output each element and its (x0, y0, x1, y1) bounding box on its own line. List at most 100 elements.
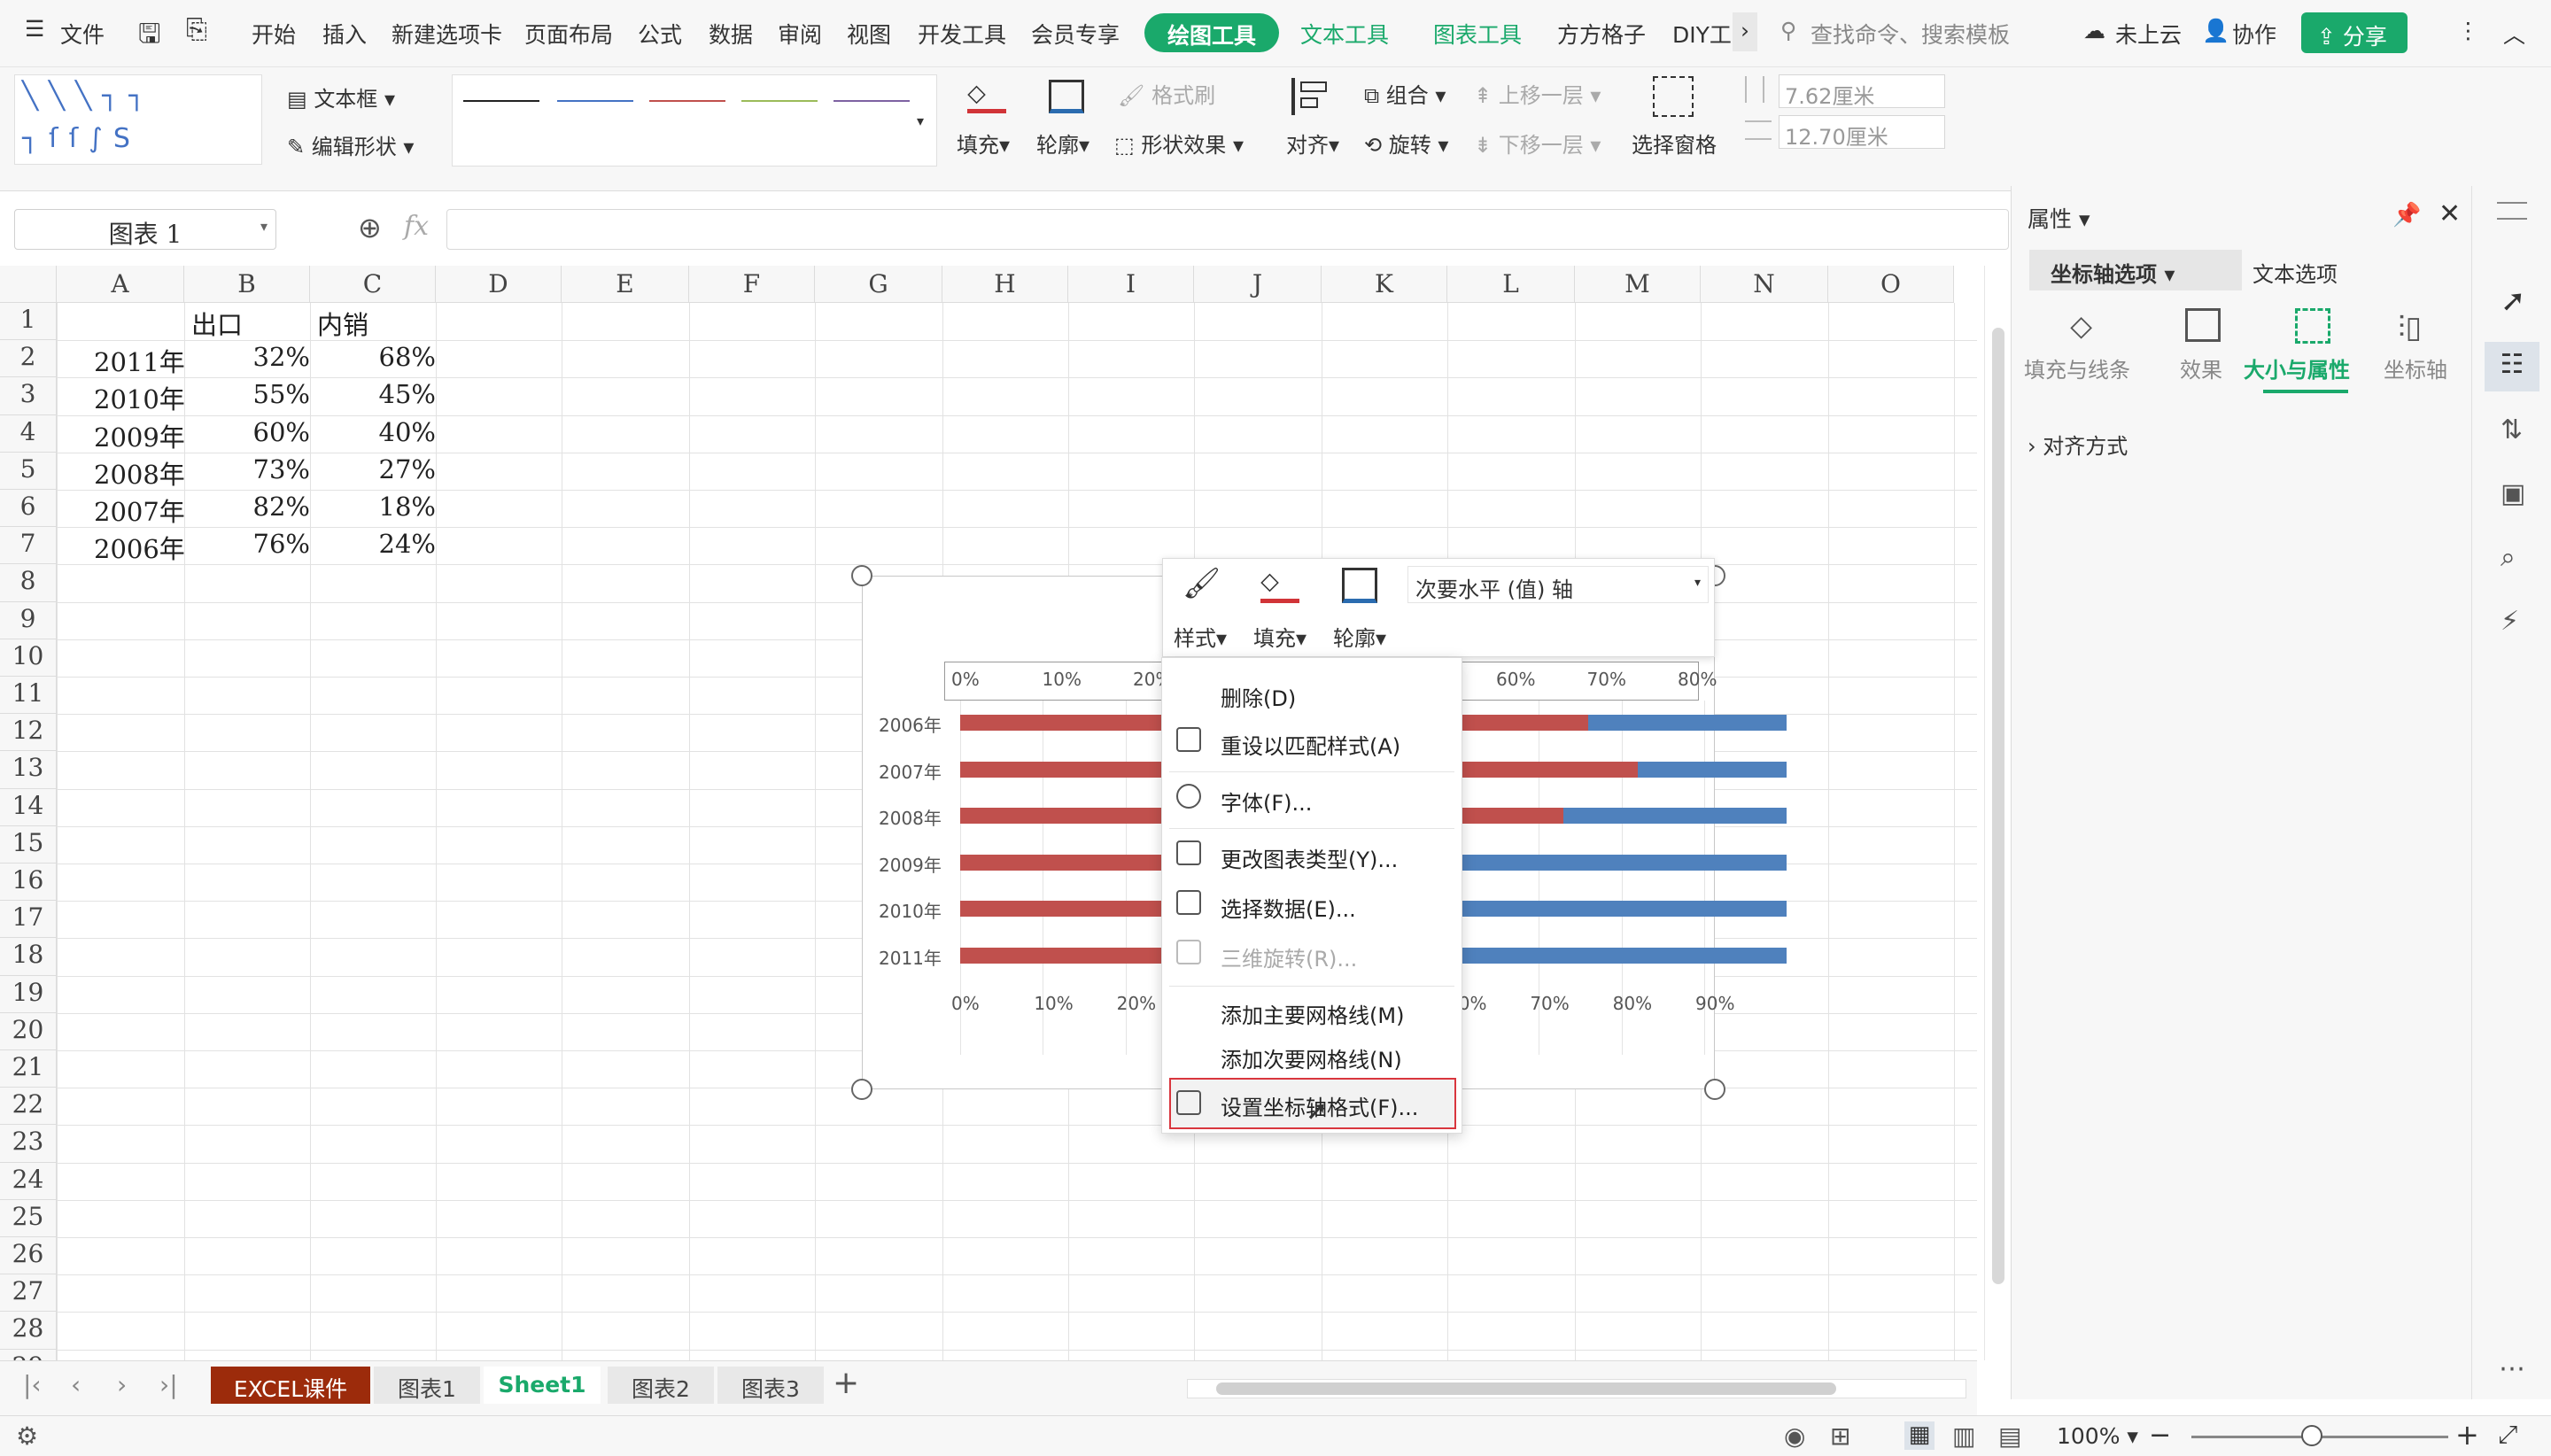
add-sheet-button[interactable]: + (833, 1365, 859, 1401)
cell-b2[interactable]: 32% (190, 342, 310, 372)
sheet-tab-excel[interactable]: EXCEL课件 (211, 1367, 370, 1404)
line-style-red[interactable] (649, 100, 725, 102)
tab-dev[interactable]: 开发工具 (918, 18, 1006, 50)
row-header-15[interactable]: 15 (0, 825, 57, 864)
row-header-1[interactable]: 1 (0, 303, 57, 341)
row-header-21[interactable]: 21 (0, 1050, 57, 1088)
mini-fill-icon[interactable]: ⬦ (1260, 566, 1299, 603)
cell-b1[interactable]: 出口 (191, 305, 243, 342)
menu-add-minor-gridlines[interactable]: 添加次要网格线(N) (1221, 1042, 1402, 1073)
file-menu[interactable]: 文件 (60, 18, 105, 50)
cell-c6[interactable]: 18% (315, 492, 436, 522)
fill-line-icon[interactable]: ⬦ (2070, 308, 2092, 345)
menu-change-chart-type[interactable]: 更改图表类型(Y)... (1221, 842, 1398, 873)
row-header-7[interactable]: 7 (0, 527, 57, 565)
cell-c4[interactable]: 40% (315, 417, 436, 447)
tab-review[interactable]: 审阅 (778, 18, 822, 50)
lightning-icon[interactable]: ⚡ (2501, 606, 2519, 637)
col-header-e[interactable]: E (562, 266, 689, 303)
tab-member[interactable]: 会员专享 (1031, 18, 1120, 50)
subtab-effect[interactable]: 效果 (2180, 352, 2222, 383)
pin-icon[interactable]: 📌 (2392, 202, 2421, 228)
cell-a2[interactable]: 2011年 (94, 342, 185, 379)
tab-drawing-tools[interactable]: 绘图工具 (1144, 13, 1280, 52)
style-brush-icon[interactable]: 🖌 (1182, 566, 1221, 601)
zoom-level[interactable]: 100% ▾ (2057, 1423, 2138, 1449)
line-shapes-icon[interactable]: ╲╲╲┐┐ (22, 81, 155, 112)
style-icon[interactable]: ▣ (2501, 478, 2525, 509)
resize-handle-tl[interactable] (851, 565, 872, 586)
subtab-fill-line[interactable]: 填充与线条 (2024, 352, 2130, 383)
row-header-17[interactable]: 17 (0, 901, 57, 939)
panel-title[interactable]: 属性 ▾ (2028, 202, 2090, 234)
col-header-b[interactable]: B (184, 266, 310, 303)
col-header-g[interactable]: G (815, 266, 942, 303)
row-header-12[interactable]: 12 (0, 714, 57, 752)
col-header-o[interactable]: O (1828, 266, 1954, 303)
line-style-purple[interactable] (834, 100, 910, 102)
col-header-h[interactable]: H (942, 266, 1068, 303)
cell-a6[interactable]: 2007年 (94, 492, 185, 529)
col-header-j[interactable]: J (1194, 266, 1322, 303)
search-icon[interactable]: ⚲ (1780, 18, 1796, 43)
selection-pane-icon[interactable] (1653, 76, 1694, 117)
row-header-16[interactable]: 16 (0, 864, 57, 902)
gallery-more-icon[interactable]: ▾ (917, 112, 924, 129)
align-button[interactable]: 对齐▾ (1286, 128, 1339, 159)
axis-icon[interactable]: ⫶▯ (2398, 310, 2422, 345)
row-header-14[interactable]: 14 (0, 788, 57, 826)
row-header-27[interactable]: 27 (0, 1274, 57, 1313)
normal-view-icon[interactable]: ▦ (1904, 1421, 1935, 1450)
align-section[interactable]: › 对齐方式 (2028, 429, 2128, 460)
share-button[interactable]: ⇪ 分享 (2301, 12, 2408, 53)
tab-start[interactable]: 开始 (252, 18, 296, 50)
row-header-22[interactable]: 22 (0, 1088, 57, 1126)
cell-c1[interactable]: 内销 (317, 305, 368, 342)
macro-icon[interactable]: ⚙ (16, 1421, 38, 1451)
row-header-20[interactable]: 20 (0, 1012, 57, 1050)
row-header-9[interactable]: 9 (0, 601, 57, 639)
tab-ffgz[interactable]: 方方格子 (1557, 18, 1646, 50)
align-icon[interactable] (1291, 78, 1332, 115)
eye-protect-icon[interactable]: ◉ (1784, 1421, 1805, 1451)
row-header-2[interactable]: 2 (0, 340, 57, 378)
collapse-icon[interactable]: ︿ (2503, 18, 2525, 50)
effect-icon[interactable] (2185, 308, 2221, 342)
mini-outline-icon[interactable] (1342, 568, 1377, 603)
tab-chart-tools[interactable]: 图表工具 (1433, 18, 1522, 50)
edit-shape-button[interactable]: ✎ 编辑形状 ▾ (287, 129, 414, 160)
toolbar-handle-icon[interactable] (2497, 202, 2527, 220)
menu-font[interactable]: 字体(F)... (1221, 786, 1312, 817)
menu-select-data[interactable]: 选择数据(E)... (1221, 892, 1356, 923)
search-input[interactable]: 查找命令、搜索模板 (1811, 18, 2010, 50)
more-dots-icon[interactable]: ⋯ (2499, 1353, 2525, 1384)
cell-b3[interactable]: 55% (190, 379, 310, 409)
col-header-d[interactable]: D (436, 266, 562, 303)
menu-add-major-gridlines[interactable]: 添加主要网格线(M) (1221, 998, 1404, 1029)
col-header-l[interactable]: L (1447, 266, 1575, 303)
cell-b5[interactable]: 73% (190, 454, 310, 484)
cell-b4[interactable]: 60% (190, 417, 310, 447)
tab-data[interactable]: 数据 (709, 18, 753, 50)
collab-icon[interactable]: 👤 (2202, 18, 2229, 44)
cell-c2[interactable]: 68% (315, 342, 436, 372)
line-style-black[interactable] (463, 100, 539, 102)
bar-domestic[interactable] (1638, 761, 1787, 778)
sheet-tab-chart3[interactable]: 图表3 (717, 1367, 824, 1404)
subtab-axis[interactable]: 坐标轴 (2384, 352, 2447, 383)
row-header-13[interactable]: 13 (0, 751, 57, 789)
size-props-icon[interactable] (2295, 308, 2330, 344)
element-selector[interactable]: 次要水平 (值) 轴 ▾ (1407, 566, 1709, 603)
send-backward-button[interactable]: ⇟ 下移一层 ▾ (1474, 128, 1601, 159)
collab-button[interactable]: 协作 (2232, 18, 2276, 50)
menu-icon[interactable]: ☰ (25, 16, 44, 42)
fx-icon[interactable]: fx (404, 211, 429, 242)
next-sheet-icon[interactable]: › (117, 1370, 127, 1399)
tab-axis-options[interactable]: 坐标轴选项 ▾ (2029, 250, 2242, 290)
tab-text-options[interactable]: 文本选项 (2252, 257, 2338, 288)
row-header-25[interactable]: 25 (0, 1199, 57, 1237)
menu-delete[interactable]: 删除(D) (1221, 681, 1296, 712)
bring-forward-button[interactable]: ⇞ 上移一层 ▾ (1474, 78, 1601, 109)
layout-icon[interactable]: ⊞ (1830, 1421, 1850, 1451)
page-break-view-icon[interactable]: ▤ (1998, 1421, 2021, 1451)
